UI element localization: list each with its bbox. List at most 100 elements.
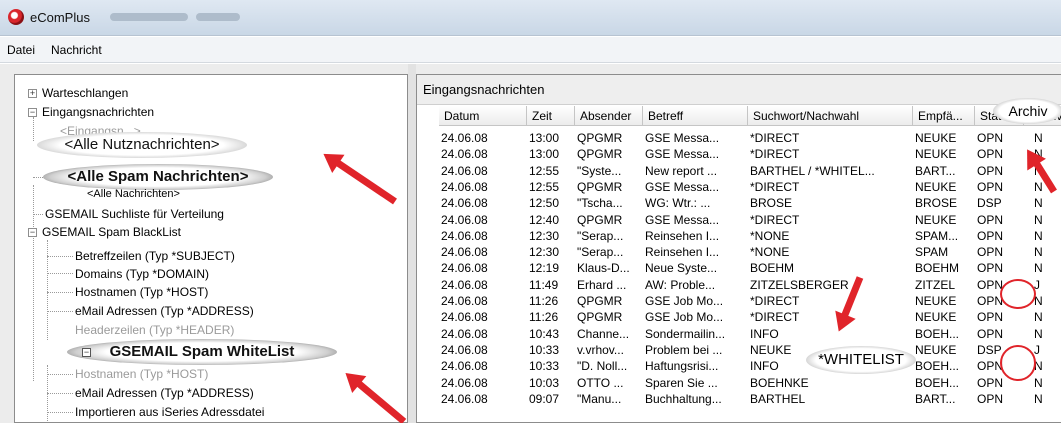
table-cell[interactable]: New report ... (645, 164, 748, 179)
table-cell[interactable]: AW: Proble... (645, 278, 748, 293)
column-header[interactable]: Datum (439, 106, 527, 126)
table-cell[interactable]: N (1026, 213, 1061, 228)
table-cell[interactable]: v.vrhov... (577, 343, 643, 358)
table-cell[interactable]: 24.06.08 (441, 180, 527, 195)
table-cell[interactable]: BROSE (750, 196, 913, 211)
table-cell[interactable]: 13:00 (529, 131, 575, 146)
table-cell[interactable]: QPGMR (577, 213, 643, 228)
table-cell[interactable]: OPN (977, 327, 1024, 342)
table-cell[interactable]: 11:26 (529, 310, 575, 325)
table-cell[interactable]: GSE Job Mo... (645, 310, 748, 325)
table-cell[interactable]: OPN (977, 131, 1024, 146)
table-cell[interactable]: OPN (977, 180, 1024, 195)
table-cell[interactable]: N (1026, 131, 1061, 146)
table-cell[interactable]: OPN (977, 310, 1024, 325)
table-cell[interactable]: Channe... (577, 327, 643, 342)
table-cell[interactable]: "D. Noll... (577, 359, 643, 374)
table-cell[interactable]: 10:33 (529, 359, 575, 374)
table-cell[interactable]: Buchhaltung... (645, 392, 748, 407)
table-cell[interactable]: QPGMR (577, 310, 643, 325)
table-cell[interactable]: NEUKE (915, 180, 975, 195)
table-cell[interactable]: 24.06.08 (441, 376, 527, 391)
table-cell[interactable]: QPGMR (577, 180, 643, 195)
table-cell[interactable]: OPN (977, 261, 1024, 276)
table-cell[interactable]: 12:40 (529, 213, 575, 228)
tree-item-hostnamen-white[interactable]: Hostnamen (Typ *HOST) (75, 365, 208, 383)
table-cell[interactable]: 10:03 (529, 376, 575, 391)
tree-item-suchliste[interactable]: GSEMAIL Suchliste für Verteilung (45, 205, 224, 223)
table-cell[interactable]: NEUKE (915, 343, 975, 358)
table-cell[interactable]: OPN (977, 229, 1024, 244)
table-cell[interactable]: GSE Messa... (645, 147, 748, 162)
table-cell[interactable]: 12:55 (529, 180, 575, 195)
tree-item-email-adressen-black[interactable]: eMail Adressen (Typ *ADDRESS) (75, 302, 254, 320)
table-cell[interactable]: 24.06.08 (441, 213, 527, 228)
table-cell[interactable]: "Manu... (577, 392, 643, 407)
table-cell[interactable]: Sondermailin... (645, 327, 748, 342)
table-cell[interactable]: 12:30 (529, 245, 575, 260)
table-cell[interactable]: 24.06.08 (441, 327, 527, 342)
table-cell[interactable]: Sparen Sie ... (645, 376, 748, 391)
table-cell[interactable]: Neue Syste... (645, 261, 748, 276)
table-cell[interactable]: 24.06.08 (441, 278, 527, 293)
tree-item-betreffzeilen[interactable]: Betreffzeilen (Typ *SUBJECT) (75, 247, 235, 265)
table-cell[interactable]: *DIRECT (750, 294, 913, 309)
tree-item-warteschlangen[interactable]: Warteschlangen (42, 84, 128, 102)
table-cell[interactable]: SPAM (915, 245, 975, 260)
table-cell[interactable]: BARTHEL / *WHITEL... (750, 164, 913, 179)
table-cell[interactable]: 24.06.08 (441, 164, 527, 179)
table-cell[interactable]: N (1026, 196, 1061, 211)
column-header[interactable]: Absender (575, 106, 643, 126)
table-cell[interactable]: Problem bei ... (645, 343, 748, 358)
table-cell[interactable]: QPGMR (577, 131, 643, 146)
menu-datei[interactable]: Datei (7, 43, 35, 57)
table-cell[interactable]: N (1026, 245, 1061, 260)
table-cell[interactable]: ZITZEL (915, 278, 975, 293)
table-cell[interactable]: 12:50 (529, 196, 575, 211)
table-cell[interactable]: 24.06.08 (441, 310, 527, 325)
tree-item-whitelist[interactable]: GSEMAIL Spam WhiteList (67, 339, 337, 365)
table-cell[interactable]: "Serap... (577, 245, 643, 260)
table-cell[interactable]: *DIRECT (750, 180, 913, 195)
table-cell[interactable]: 13:00 (529, 147, 575, 162)
table-cell[interactable]: OPN (977, 164, 1024, 179)
table-cell[interactable]: 24.06.08 (441, 392, 527, 407)
table-cell[interactable]: N (1026, 327, 1061, 342)
table-cell[interactable]: BOEHM (750, 261, 913, 276)
collapse-minus-icon[interactable]: − (28, 108, 37, 117)
table-cell[interactable]: BOEH... (915, 327, 975, 342)
table-cell[interactable]: *NONE (750, 245, 913, 260)
table-cell[interactable]: Reinsehen I... (645, 245, 748, 260)
tree-item-headerzeilen[interactable]: Headerzeilen (Typ *HEADER) (75, 321, 234, 339)
table-cell[interactable]: "Serap... (577, 229, 643, 244)
table-cell[interactable]: *DIRECT (750, 131, 913, 146)
column-header[interactable]: Betreff (643, 106, 748, 126)
table-cell[interactable]: 24.06.08 (441, 147, 527, 162)
table-cell[interactable]: "Tscha... (577, 196, 643, 211)
table-cell[interactable]: N (1026, 261, 1061, 276)
table-cell[interactable]: SPAM... (915, 229, 975, 244)
tree-item-email-adressen-white[interactable]: eMail Adressen (Typ *ADDRESS) (75, 384, 254, 402)
tree-item-blacklist[interactable]: GSEMAIL Spam BlackList (42, 223, 181, 241)
table-cell[interactable]: 12:30 (529, 229, 575, 244)
column-header[interactable]: Suchwort/Nachwahl (748, 106, 913, 126)
table-cell[interactable]: NEUKE (915, 213, 975, 228)
table-cell[interactable]: N (1026, 392, 1061, 407)
table-cell[interactable]: 24.06.08 (441, 131, 527, 146)
table-cell[interactable]: 24.06.08 (441, 359, 527, 374)
table-cell[interactable]: GSE Messa... (645, 213, 748, 228)
table-cell[interactable]: GSE Messa... (645, 131, 748, 146)
table-cell[interactable]: BART... (915, 164, 975, 179)
collapse-minus-icon[interactable]: − (82, 348, 91, 357)
table-cell[interactable]: 11:26 (529, 294, 575, 309)
tree-item-hostnamen-black[interactable]: Hostnamen (Typ *HOST) (75, 283, 208, 301)
table-cell[interactable]: DSP (977, 196, 1024, 211)
table-cell[interactable]: NEUKE (915, 294, 975, 309)
table-cell[interactable]: NEUKE (915, 310, 975, 325)
table-cell[interactable]: 24.06.08 (441, 196, 527, 211)
collapse-minus-icon[interactable]: − (28, 228, 37, 237)
table-cell[interactable]: 12:19 (529, 261, 575, 276)
table-cell[interactable]: N (1026, 376, 1061, 391)
menu-nachricht[interactable]: Nachricht (51, 43, 102, 57)
panel-splitter[interactable] (408, 64, 416, 423)
